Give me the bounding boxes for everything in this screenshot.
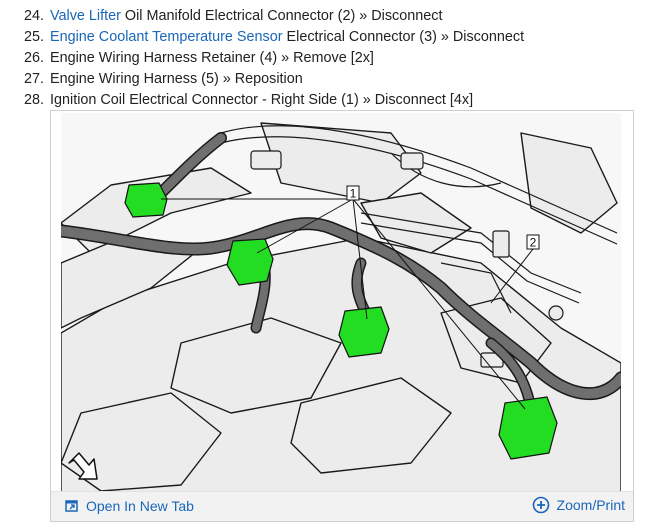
step-text: Oil Manifold Electrical Connector (2) » …: [120, 8, 443, 24]
step-number: 25.: [24, 29, 45, 45]
callout-1: 1: [350, 187, 357, 201]
step-text: Electrical Connector (3) » Disconnect: [282, 29, 525, 45]
open-in-new-tab-label: Open In New Tab: [86, 498, 194, 514]
zoom-print-label: Zoom/Print: [556, 497, 625, 513]
callout-2: 2: [530, 236, 537, 250]
zoom-plus-icon: [532, 496, 549, 514]
open-in-new-tab-button[interactable]: Open In New Tab: [65, 498, 194, 514]
step-28: 28. Ignition Coil Electrical Connector -…: [0, 90, 652, 111]
open-new-tab-icon: [65, 500, 78, 512]
step-25: 25. Engine Coolant Temperature Sensor El…: [0, 27, 652, 48]
valve-lifter-link[interactable]: Valve Lifter: [50, 8, 121, 24]
procedure-steps: 24. Valve Lifter Oil Manifold Electrical…: [0, 6, 652, 111]
step-number: 27.: [24, 71, 45, 87]
step-26: 26. Engine Wiring Harness Retainer (4) »…: [0, 48, 652, 69]
engine-illustration[interactable]: 1 2: [61, 113, 621, 493]
step-24: 24. Valve Lifter Oil Manifold Electrical…: [0, 6, 652, 27]
procedure-figure: 1 2 Open In New Tab Zoom/Print: [50, 110, 634, 522]
step-number: 28.: [24, 92, 45, 108]
engine-coolant-temperature-sensor-link[interactable]: Engine Coolant Temperature Sensor: [50, 29, 283, 45]
step-text: Engine Wiring Harness Retainer (4) » Rem…: [50, 50, 374, 66]
zoom-print-button[interactable]: Zoom/Print: [532, 496, 625, 514]
step-27: 27. Engine Wiring Harness (5) » Repositi…: [0, 69, 652, 90]
step-number: 26.: [24, 50, 45, 66]
step-number: 24.: [24, 8, 45, 24]
step-text: Engine Wiring Harness (5) » Reposition: [50, 71, 303, 87]
figure-toolbar: Open In New Tab Zoom/Print: [51, 491, 633, 521]
step-text: Ignition Coil Electrical Connector - Rig…: [50, 92, 474, 108]
